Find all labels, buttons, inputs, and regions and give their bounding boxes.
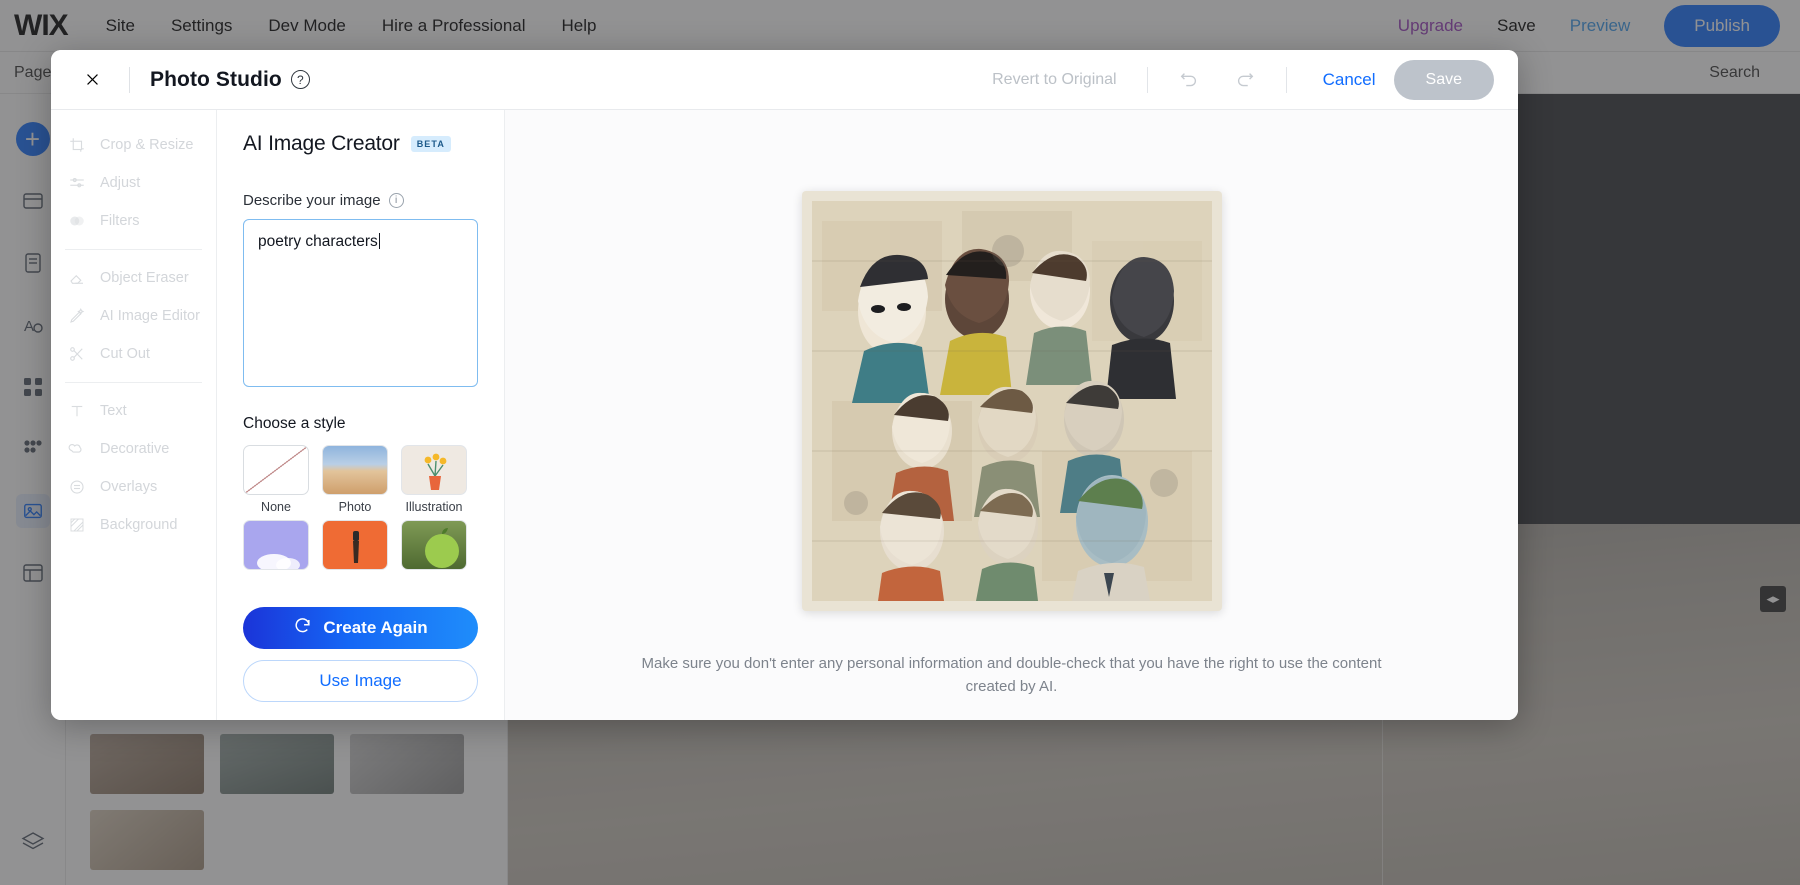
prompt-text: poetry characters [258, 233, 378, 250]
sidebar-item-overlays[interactable]: Overlays [51, 468, 216, 506]
sidebar-item-ai-image-editor[interactable]: AI Image Editor [51, 297, 216, 335]
sidebar-item-text[interactable]: Text [51, 392, 216, 430]
sidebar-item-background[interactable]: Background [51, 506, 216, 544]
sliders-icon [67, 173, 87, 193]
ai-image-creator-panel: AI Image Creator BETA Describe your imag… [217, 110, 505, 720]
revert-to-original-button[interactable]: Revert to Original [992, 71, 1117, 89]
redo-icon[interactable] [1234, 69, 1256, 91]
style-option-illustration[interactable]: Illustration [401, 445, 467, 514]
describe-field-label-row: Describe your image i [243, 192, 478, 209]
cancel-button[interactable]: Cancel [1323, 70, 1376, 90]
style-swatch-5[interactable] [322, 520, 388, 570]
style-caption: Illustration [405, 500, 463, 514]
sidebar-item-label: Text [100, 403, 127, 419]
sidebar-item-cut-out[interactable]: Cut Out [51, 335, 216, 373]
style-caption: None [261, 500, 291, 514]
dialog-header-actions: Revert to Original Cancel Save [992, 59, 1494, 100]
header-divider [1146, 66, 1148, 93]
overlays-icon [67, 477, 87, 497]
sidebar-item-label: Cut Out [100, 346, 150, 362]
text-icon [67, 401, 87, 421]
dialog-header: Photo Studio ? Revert to Original Cancel… [51, 50, 1518, 110]
creator-actions: Create Again Use Image [243, 595, 478, 702]
tools-sidebar: Crop & Resize Adjust Filters Object Eras… [51, 110, 217, 720]
use-image-button[interactable]: Use Image [243, 660, 478, 702]
photo-studio-dialog: Photo Studio ? Revert to Original Cancel… [51, 50, 1518, 720]
style-swatch-6[interactable] [401, 520, 467, 570]
sidebar-item-object-eraser[interactable]: Object Eraser [51, 259, 216, 297]
style-option-5[interactable] [322, 520, 388, 575]
crop-icon [67, 135, 87, 155]
prompt-input[interactable]: poetry characters [243, 219, 478, 387]
generated-image-frame[interactable] [801, 191, 1222, 611]
generated-image[interactable] [811, 201, 1212, 601]
sidebar-item-label: Filters [100, 213, 140, 229]
style-option-6[interactable] [401, 520, 467, 575]
magic-brush-icon [67, 306, 87, 326]
style-option-4[interactable] [243, 520, 309, 575]
help-icon[interactable]: ? [290, 70, 310, 89]
undo-redo-group [1178, 69, 1256, 91]
decorative-icon [67, 439, 87, 459]
eraser-icon [67, 268, 87, 288]
status-badge: BETA [410, 136, 451, 152]
style-swatch-none[interactable] [243, 445, 309, 495]
image-preview-area: Make sure you don't enter any personal i… [505, 110, 1518, 720]
sidebar-item-label: Adjust [100, 175, 141, 191]
background-icon [67, 515, 87, 535]
save-button[interactable]: Save [1393, 59, 1494, 100]
creator-title-row: AI Image Creator BETA [243, 132, 478, 156]
sidebar-item-label: Overlays [100, 479, 158, 495]
close-icon[interactable] [75, 63, 109, 97]
scissors-icon [67, 344, 87, 364]
sidebar-divider [65, 249, 202, 250]
style-caption: Photo [338, 500, 372, 514]
undo-icon[interactable] [1178, 69, 1200, 91]
sidebar-item-label: Object Eraser [100, 270, 189, 286]
header-divider [1285, 66, 1287, 93]
describe-label: Describe your image [243, 192, 381, 209]
collage-art [811, 201, 1212, 601]
header-divider [129, 66, 130, 93]
panel-title: AI Image Creator [243, 132, 400, 155]
choose-style-label: Choose a style [243, 415, 346, 432]
create-again-label: Create Again [323, 618, 428, 637]
sidebar-item-label: AI Image Editor [100, 308, 200, 324]
text-caret [378, 233, 380, 249]
style-option-none[interactable]: None [243, 445, 309, 514]
style-swatch-photo[interactable] [322, 445, 388, 495]
info-icon[interactable]: i [388, 193, 404, 208]
style-grid: None Photo Illustration [243, 445, 478, 575]
sidebar-item-label: Background [100, 517, 178, 533]
filters-icon [67, 211, 87, 231]
sidebar-item-filters[interactable]: Filters [51, 202, 216, 240]
dialog-body: Crop & Resize Adjust Filters Object Eras… [51, 110, 1518, 720]
sidebar-item-label: Crop & Resize [100, 137, 194, 153]
sidebar-item-decorative[interactable]: Decorative [51, 430, 216, 468]
sidebar-divider [65, 382, 202, 383]
refresh-icon [293, 616, 312, 640]
create-again-button[interactable]: Create Again [243, 607, 478, 649]
dialog-title: Photo Studio [150, 67, 282, 91]
sidebar-item-crop-resize[interactable]: Crop & Resize [51, 126, 216, 164]
style-option-photo[interactable]: Photo [322, 445, 388, 514]
sidebar-item-adjust[interactable]: Adjust [51, 164, 216, 202]
style-swatch-4[interactable] [243, 520, 309, 570]
ai-disclaimer: Make sure you don't enter any personal i… [641, 655, 1382, 695]
style-swatch-illustration[interactable] [401, 445, 467, 495]
sidebar-item-label: Decorative [100, 441, 170, 457]
